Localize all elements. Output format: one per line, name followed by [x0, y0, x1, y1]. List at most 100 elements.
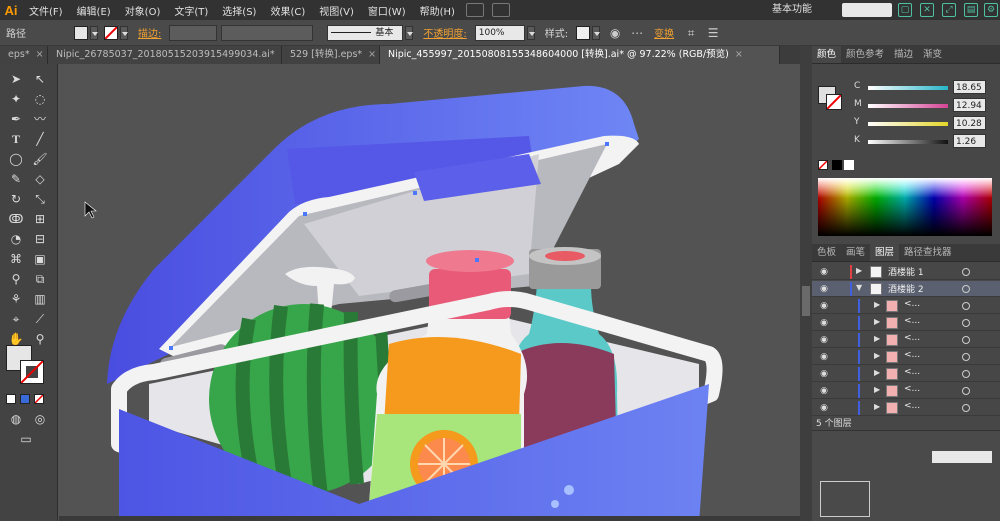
- target-circle-icon[interactable]: [962, 302, 970, 310]
- layer-row[interactable]: ◉ ▶ <...: [812, 315, 1000, 331]
- recolor-artwork-icon[interactable]: ◉: [607, 25, 623, 41]
- stroke-swatch-none[interactable]: [104, 25, 118, 40]
- stroke-weight-field[interactable]: [169, 24, 218, 41]
- visibility-eye-icon[interactable]: ◉: [818, 352, 830, 362]
- cooler-illustration[interactable]: [59, 64, 800, 516]
- mesh-tool-icon[interactable]: ⌘: [6, 250, 26, 268]
- style-dropdown-icon[interactable]: [592, 25, 601, 40]
- menu-edit[interactable]: 编辑(E): [70, 3, 118, 18]
- expand-arrow-icon[interactable]: ▶: [874, 317, 880, 326]
- close-icon[interactable]: ×: [36, 49, 44, 60]
- column-graph-tool-icon[interactable]: ▥: [30, 290, 50, 308]
- target-circle-icon[interactable]: [962, 285, 970, 293]
- pencil-tool-icon[interactable]: ✎: [6, 170, 26, 188]
- gradient-mode-icon[interactable]: [20, 394, 30, 404]
- selection-tool-icon[interactable]: ➤: [6, 70, 26, 88]
- drawing-mode-icon[interactable]: ◍: [6, 410, 26, 428]
- expand-arrow-icon[interactable]: ▶: [874, 385, 880, 394]
- screen-mode-icon[interactable]: ▭: [16, 430, 36, 448]
- workspace-switcher[interactable]: 基本功能: [772, 0, 812, 20]
- navigator-thumbnail[interactable]: [820, 481, 870, 517]
- scrollbar-thumb[interactable]: [802, 286, 810, 316]
- graphic-style-swatch[interactable]: [576, 25, 591, 40]
- menu-select[interactable]: 选择(S): [215, 3, 263, 18]
- zoom-tool-icon[interactable]: ⚲: [30, 330, 50, 348]
- blend-tool-icon[interactable]: ⧉: [30, 270, 50, 288]
- line-tool-icon[interactable]: ╱: [30, 130, 50, 148]
- stroke-color-box[interactable]: [20, 360, 44, 384]
- layer-row[interactable]: ◉ ▶ 酒楼能 1: [812, 264, 1000, 280]
- transform-label[interactable]: 变换: [648, 25, 680, 40]
- target-circle-icon[interactable]: [962, 387, 970, 395]
- isolate-icon[interactable]: ⌗: [683, 25, 699, 41]
- none-color-icon[interactable]: [818, 160, 828, 170]
- expand-arrow-icon[interactable]: ▶: [874, 402, 880, 411]
- eraser-tool-icon[interactable]: ◇: [30, 170, 50, 188]
- visibility-eye-icon[interactable]: ◉: [818, 403, 830, 413]
- layer-row[interactable]: ◉ ▼ 酒楼能 2: [812, 281, 1000, 297]
- artboard-tool-icon[interactable]: ⌖: [6, 310, 26, 328]
- none-mode-icon[interactable]: [34, 394, 44, 404]
- magic-wand-tool-icon[interactable]: ✦: [6, 90, 26, 108]
- target-circle-icon[interactable]: [962, 353, 970, 361]
- variable-width-field[interactable]: [221, 24, 314, 41]
- ellipse-tool-icon[interactable]: ◯: [6, 150, 26, 168]
- layer-row[interactable]: ◉ ▶ <...: [812, 366, 1000, 382]
- curvature-tool-icon[interactable]: 〰: [30, 110, 50, 128]
- paintbrush-tool-icon[interactable]: 🖌: [30, 150, 50, 168]
- channel-value-k[interactable]: 1.26: [953, 134, 986, 148]
- brush-definition-field[interactable]: 基本: [327, 24, 404, 41]
- layer-name[interactable]: <...: [904, 367, 920, 377]
- menu-effect[interactable]: 效果(C): [263, 3, 312, 18]
- color-mode-icon[interactable]: [6, 394, 16, 404]
- target-circle-icon[interactable]: [962, 404, 970, 412]
- black-color-icon[interactable]: [832, 160, 842, 170]
- fit-icon[interactable]: ⤢: [942, 3, 956, 17]
- layer-name[interactable]: <...: [904, 384, 920, 394]
- visibility-eye-icon[interactable]: ◉: [818, 369, 830, 379]
- target-circle-icon[interactable]: [962, 268, 970, 276]
- direct-selection-tool-icon[interactable]: ↖: [30, 70, 50, 88]
- opacity-dropdown-icon[interactable]: [526, 25, 535, 40]
- tab-color[interactable]: 颜色: [812, 46, 842, 63]
- channel-slider-k[interactable]: [868, 140, 948, 144]
- artboard-canvas[interactable]: [59, 64, 800, 516]
- target-circle-icon[interactable]: [962, 336, 970, 344]
- layer-row[interactable]: ◉ ▶ <...: [812, 400, 1000, 416]
- layer-row[interactable]: ◉ ▶ <...: [812, 383, 1000, 399]
- target-circle-icon[interactable]: [962, 319, 970, 327]
- visibility-eye-icon[interactable]: ◉: [818, 267, 830, 277]
- gradient-tool-icon[interactable]: ▣: [30, 250, 50, 268]
- channel-slider-m[interactable]: [868, 104, 948, 108]
- search-input[interactable]: [842, 3, 892, 17]
- menu-type[interactable]: 文字(T): [167, 3, 215, 18]
- channel-value-c[interactable]: 18.65: [953, 80, 986, 94]
- layer-name[interactable]: <...: [904, 299, 920, 309]
- stroke-label[interactable]: 描边:: [132, 25, 167, 40]
- expand-arrow-icon[interactable]: ▶: [856, 266, 862, 275]
- options-menu-icon[interactable]: ☰: [705, 25, 721, 41]
- layout-icon[interactable]: ▤: [964, 3, 978, 17]
- fill-swatch[interactable]: [74, 25, 88, 40]
- layer-name[interactable]: <...: [904, 350, 920, 360]
- align-icon[interactable]: ⋯: [629, 25, 645, 41]
- menu-object[interactable]: 对象(O): [118, 3, 168, 18]
- visibility-eye-icon[interactable]: ◉: [818, 284, 830, 294]
- channel-value-y[interactable]: 10.28: [953, 116, 986, 130]
- menu-file[interactable]: 文件(F): [22, 3, 70, 18]
- layer-row[interactable]: ◉ ▶ <...: [812, 349, 1000, 365]
- draw-behind-icon[interactable]: ◎: [30, 410, 50, 428]
- doc-tab-1[interactable]: eps* ×: [0, 46, 48, 64]
- channel-value-m[interactable]: 12.94: [953, 98, 986, 112]
- close-icon[interactable]: ×: [735, 49, 743, 60]
- layer-name[interactable]: <...: [904, 316, 920, 326]
- tab-stroke[interactable]: 描边: [889, 46, 918, 63]
- visibility-eye-icon[interactable]: ◉: [818, 318, 830, 328]
- fill-dropdown-icon[interactable]: [90, 25, 98, 40]
- brush-dropdown-icon[interactable]: [405, 25, 414, 40]
- opacity-label[interactable]: 不透明度:: [417, 25, 472, 40]
- channel-slider-c[interactable]: [868, 86, 948, 90]
- warp-tool-icon[interactable]: ↂ: [6, 210, 26, 228]
- tab-layers[interactable]: 图层: [870, 244, 900, 261]
- perspective-grid-tool-icon[interactable]: ⊟: [30, 230, 50, 248]
